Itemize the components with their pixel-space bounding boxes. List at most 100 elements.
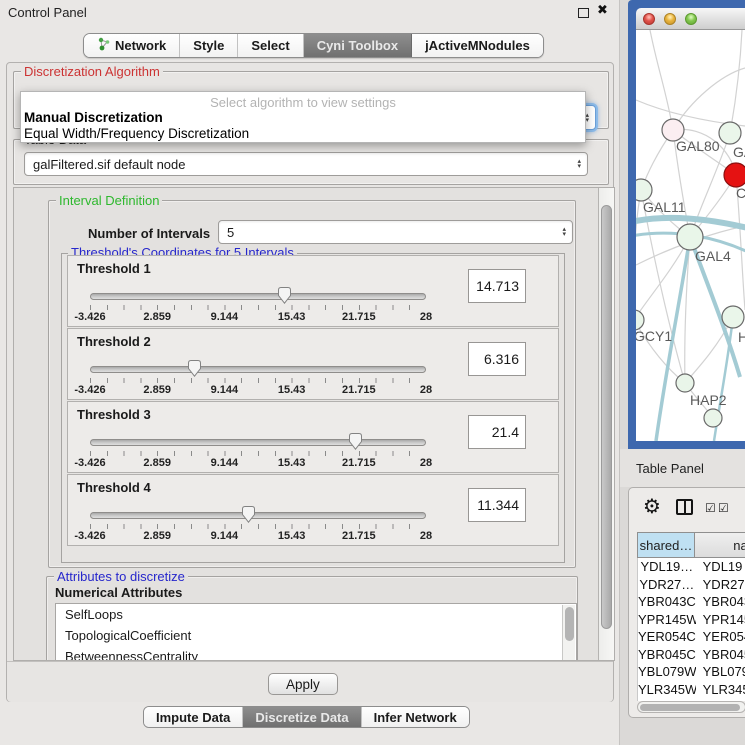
network-node-label: GA: [733, 144, 745, 160]
scrollbar-thumb[interactable]: [640, 704, 740, 711]
tab-style[interactable]: Style: [180, 34, 238, 57]
checkbox-icon[interactable]: ☑: [718, 501, 729, 515]
cell-shared-name[interactable]: YBR045C: [638, 647, 696, 662]
cell-name[interactable]: YBL079W: [696, 664, 745, 679]
table-row[interactable]: YLR345WYLR345W: [638, 681, 745, 699]
attributes-scrollbar[interactable]: [562, 605, 575, 661]
control-panel: Control Panel ✖ Network Style Select Cyn…: [0, 0, 620, 745]
cell-name[interactable]: YPR145W: [696, 612, 745, 627]
slider-track[interactable]: [90, 293, 426, 300]
threshold-value-field[interactable]: 6.316: [468, 342, 526, 376]
slider-thumb[interactable]: [348, 433, 363, 450]
threshold-slider[interactable]: -3.4262.8599.14415.4321.71528: [90, 507, 426, 545]
cell-shared-name[interactable]: YPR145W: [638, 612, 696, 627]
table-row[interactable]: YBL079WYBL079W: [638, 663, 745, 681]
network-node-label: GAL80: [676, 138, 720, 154]
cell-name[interactable]: YDL19: [696, 559, 745, 574]
tab-discretize-data[interactable]: Discretize Data: [243, 707, 361, 727]
attribute-list-item[interactable]: TopologicalCoefficient: [56, 625, 576, 646]
table-row[interactable]: YPR145WYPR145W: [638, 611, 745, 629]
table-data-combobox[interactable]: galFiltered.sif default node ▴▾: [24, 152, 588, 176]
threshold-label: Threshold 1: [77, 261, 151, 276]
cell-name[interactable]: YER054C: [696, 629, 745, 644]
slider-track[interactable]: [90, 512, 426, 519]
slider-thumb[interactable]: [241, 506, 256, 523]
cell-name[interactable]: YLR345W: [696, 682, 745, 697]
number-of-intervals-combobox[interactable]: 5 ▴▾: [218, 220, 573, 244]
table-horizontal-scrollbar[interactable]: [637, 701, 745, 713]
zoom-traffic-light-icon[interactable]: [685, 13, 697, 25]
number-of-intervals-label: Number of Intervals: [88, 226, 210, 241]
network-node-label: GAL4: [695, 248, 731, 264]
tick-label: 21.715: [342, 311, 376, 323]
network-node[interactable]: [722, 306, 744, 328]
tab-select[interactable]: Select: [238, 34, 303, 57]
tab-impute-data[interactable]: Impute Data: [144, 707, 243, 727]
threshold-value-field[interactable]: 21.4: [468, 415, 526, 449]
cell-shared-name[interactable]: YDL19…: [638, 559, 696, 574]
dropdown-item-manual-discretization[interactable]: Manual Discretization: [24, 110, 163, 125]
apply-button[interactable]: Apply: [268, 673, 338, 695]
split-columns-icon[interactable]: [676, 499, 693, 515]
slider-thumb[interactable]: [277, 287, 292, 304]
table-row[interactable]: YDL19…YDL19: [638, 558, 745, 576]
slider-track[interactable]: [90, 439, 426, 446]
column-header-name[interactable]: name: [695, 532, 745, 558]
network-node[interactable]: [677, 224, 703, 250]
network-canvas[interactable]: GAL80GACGAL11GAL4GCY1HHAP2: [636, 30, 745, 441]
cell-name[interactable]: YBR045C: [696, 647, 745, 662]
cell-shared-name[interactable]: YER054C: [638, 629, 696, 644]
network-node[interactable]: [704, 409, 722, 427]
tab-jactivemnodules[interactable]: jActiveMNodules: [412, 34, 543, 57]
checkbox-icon[interactable]: ☑: [705, 501, 716, 515]
cell-name[interactable]: YDR27: [696, 577, 745, 592]
gear-icon[interactable]: ⚙: [643, 494, 661, 518]
table-row[interactable]: YER054CYER054C: [638, 628, 745, 646]
threshold-value-field[interactable]: 14.713: [468, 269, 526, 303]
interval-definition-group: Interval Definition Number of Intervals …: [48, 200, 576, 568]
close-icon[interactable]: ✖: [597, 3, 608, 18]
network-node[interactable]: [676, 374, 694, 392]
attribute-list-item[interactable]: SelfLoops: [56, 604, 576, 625]
slider-thumb[interactable]: [187, 360, 202, 377]
tab-network[interactable]: Network: [84, 34, 180, 57]
threshold-slider[interactable]: -3.4262.8599.14415.4321.71528: [90, 434, 426, 472]
table-body[interactable]: YDL19…YDL19YDR27…YDR27YBR043CYBR043CYPR1…: [637, 558, 745, 701]
slider-ticks: [90, 451, 426, 456]
threshold-slider[interactable]: -3.4262.8599.14415.4321.71528: [90, 288, 426, 326]
settings-vertical-scrollbar[interactable]: [598, 188, 614, 660]
table-panel-header: Table Panel: [620, 449, 745, 487]
attribute-list-item[interactable]: BetweennessCentrality: [56, 646, 576, 661]
tab-label: Style: [193, 38, 224, 53]
cell-shared-name[interactable]: YBL079W: [638, 664, 696, 679]
threshold-coordinates-group: Threshold's Coordinates for 5 Intervals …: [61, 253, 565, 563]
scrollbar-thumb[interactable]: [565, 607, 574, 641]
minimize-traffic-light-icon[interactable]: [664, 13, 676, 25]
network-view-window: GAL80GACGAL11GAL4GCY1HHAP2: [628, 0, 745, 449]
close-traffic-light-icon[interactable]: [643, 13, 655, 25]
scrollbar-thumb[interactable]: [601, 205, 612, 629]
network-icon: [97, 37, 110, 54]
network-node[interactable]: [724, 163, 745, 187]
numerical-attributes-list[interactable]: SelfLoopsTopologicalCoefficientBetweenne…: [55, 603, 577, 661]
table-row[interactable]: YBR043CYBR043C: [638, 593, 745, 611]
cell-shared-name[interactable]: YDR27…: [638, 577, 696, 592]
cell-shared-name[interactable]: YLR345W: [638, 682, 696, 697]
table-row[interactable]: YBR045CYBR045C: [638, 646, 745, 664]
tab-cyni-toolbox[interactable]: Cyni Toolbox: [304, 34, 412, 57]
cell-shared-name[interactable]: YBR043C: [638, 594, 696, 609]
table-row[interactable]: YDR27…YDR27: [638, 576, 745, 594]
slider-track[interactable]: [90, 366, 426, 373]
threshold-slider[interactable]: -3.4262.8599.14415.4321.71528: [90, 361, 426, 399]
threshold-panel: Threshold 2 -3.4262.8599.14415.4321.7152…: [67, 328, 559, 400]
network-node[interactable]: [636, 310, 644, 330]
column-header-shared-name[interactable]: shared…: [637, 532, 695, 558]
float-window-icon[interactable]: [578, 8, 589, 18]
network-node[interactable]: [719, 122, 741, 144]
threshold-value-field[interactable]: 11.344: [468, 488, 526, 522]
cell-name[interactable]: YBR043C: [696, 594, 745, 609]
network-node[interactable]: [636, 179, 652, 201]
tab-infer-network[interactable]: Infer Network: [362, 707, 469, 727]
network-window-titlebar[interactable]: [636, 8, 745, 30]
dropdown-item-equal-width-frequency[interactable]: Equal Width/Frequency Discretization: [24, 126, 249, 141]
